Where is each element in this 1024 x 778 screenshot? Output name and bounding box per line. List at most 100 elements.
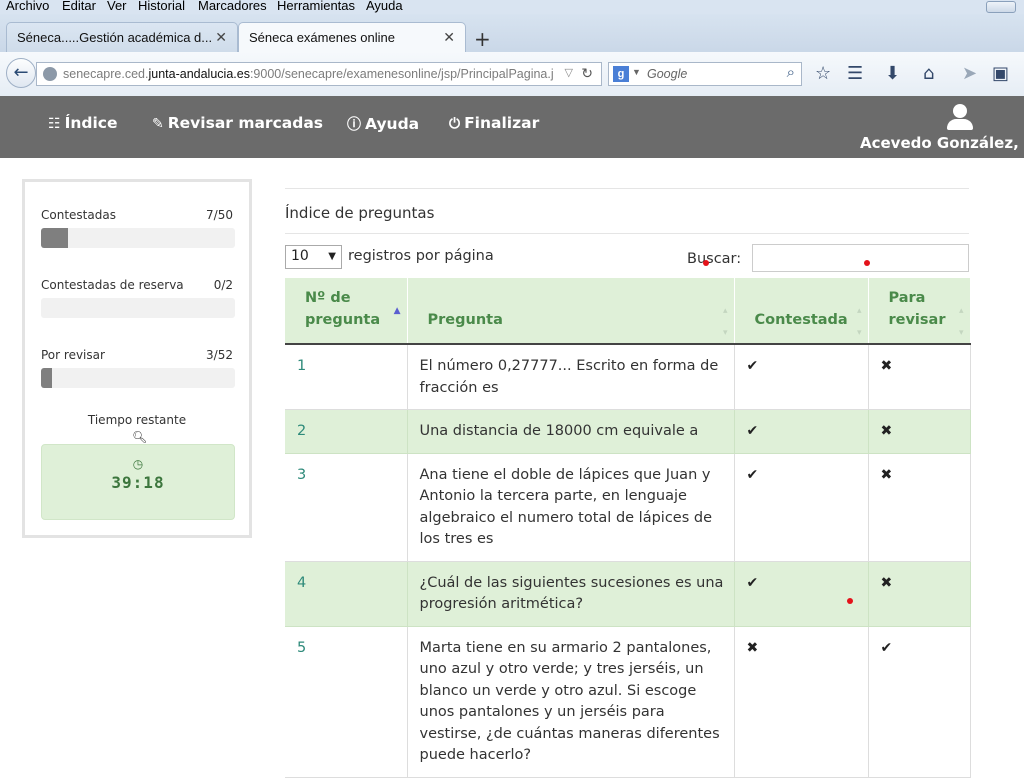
search-icon[interactable]: ⌕ [787, 64, 795, 81]
question-text[interactable]: Marta tiene en su armario 2 pantalones, … [407, 626, 735, 778]
nav-finalizar[interactable]: ⏻ Finalizar [449, 114, 539, 132]
marker-dot [864, 260, 870, 266]
question-number[interactable]: 2 [285, 409, 408, 454]
zoom-icon[interactable]: 🔍︎ [132, 430, 147, 444]
sort-icon: ▴ ▾ [958, 306, 964, 338]
table-row[interactable]: 2 Una distancia de 18000 cm equivale a ✔… [285, 409, 971, 454]
menu-marcadores[interactable]: Marcadores [198, 0, 267, 13]
back-arrow-icon[interactable]: ← [6, 58, 36, 88]
search-label: Buscar: [687, 251, 742, 267]
column-header-contestada[interactable]: Contestada ▴ ▾ [734, 278, 869, 345]
question-number[interactable]: 4 [285, 561, 408, 627]
menu-ayuda[interactable]: Ayuda [366, 0, 403, 13]
user-avatar-icon[interactable] [947, 104, 973, 130]
question-text[interactable]: El número 0,27777... Escrito en forma de… [407, 344, 735, 410]
search-placeholder: Google [647, 67, 688, 81]
browser-menubar: Archivo Editar Ver Historial Marcadores … [0, 0, 1024, 14]
questions-table: Nº de pregunta ▲ Pregunta ▴ ▾ Contestada ▴ ▾ … [285, 278, 971, 778]
bookmarks-list-icon[interactable]: ☰ [847, 65, 863, 83]
tab-title: Séneca.....Gestión académica d... [17, 30, 213, 45]
sitemap-icon: ☷ [48, 116, 61, 132]
menu-historial[interactable]: Historial [138, 0, 185, 13]
clock-icon: ◷ [132, 457, 144, 471]
question-number[interactable]: 5 [285, 626, 408, 778]
question-text[interactable]: Ana tiene el doble de lápices que Juan y… [407, 453, 735, 562]
table-row[interactable]: 3 Ana tiene el doble de lápices que Juan… [285, 453, 971, 562]
table-header-row: Nº de pregunta ▲ Pregunta ▴ ▾ Contestada ▴ ▾ … [285, 278, 971, 345]
answered-check-icon: ✔ [734, 344, 869, 410]
stat-count-reserva: 0/2 [213, 278, 233, 292]
page-length-value: 10 [291, 248, 309, 264]
nav-ayuda[interactable]: ⓘ Ayuda [347, 114, 419, 134]
chevron-down-icon: ▼ [328, 251, 336, 262]
table-row[interactable]: 5 Marta tiene en su armario 2 pantalones… [285, 626, 971, 778]
google-icon[interactable]: g [613, 66, 629, 82]
nav-indice[interactable]: ☷ Índice [48, 114, 117, 132]
bookmark-star-icon[interactable]: ☆ [815, 65, 831, 83]
column-header-para-revisar[interactable]: Para revisar ▴ ▾ [868, 278, 971, 345]
timer-value: 39:18 [111, 473, 165, 492]
question-text[interactable]: ¿Cuál de las siguientes sucesiones es un… [407, 561, 735, 627]
browser-search-box[interactable]: g ▼ Google ⌕ [608, 62, 802, 86]
menu-archivo[interactable]: Archivo [6, 0, 49, 13]
search-input[interactable] [752, 244, 969, 272]
download-icon[interactable]: ⬇ [885, 65, 900, 83]
new-tab-button[interactable]: + [474, 27, 491, 51]
sort-icon: ▴ ▾ [856, 306, 862, 338]
review-cross-icon: ✖ [868, 561, 971, 627]
page-title: Índice de preguntas [285, 204, 435, 222]
table-row[interactable]: 1 El número 0,27777... Escrito en forma … [285, 344, 971, 410]
tab-gestion-academica[interactable]: Séneca.....Gestión académica d... ✕ [6, 22, 238, 52]
question-number[interactable]: 1 [285, 344, 408, 410]
question-text[interactable]: Una distancia de 18000 cm equivale a [407, 409, 735, 454]
browser-navbar: ← senecapre.ced.junta-andalucia.es:9000/… [0, 52, 1024, 97]
progress-bar-contestadas [41, 228, 235, 248]
timer-box: ◷ 39:18 [41, 444, 235, 520]
nav-revisar-marcadas[interactable]: ✎ Revisar marcadas [152, 114, 323, 132]
menu-ver[interactable]: Ver [107, 0, 127, 13]
user-name[interactable]: Acevedo González, A [860, 134, 1024, 152]
menu-herramientas[interactable]: Herramientas [277, 0, 355, 13]
review-cross-icon: ✖ [868, 344, 971, 410]
info-icon: ⓘ [347, 117, 361, 133]
url-text: senecapre.ced.junta-andalucia.es:9000/se… [63, 67, 554, 81]
send-icon[interactable]: ➤ [962, 65, 977, 83]
home-icon[interactable]: ⌂ [923, 65, 934, 83]
review-cross-icon: ✖ [868, 453, 971, 562]
stat-label-reserva: Contestadas de reserva [41, 278, 184, 292]
stat-count-contestadas: 7/50 [206, 208, 233, 222]
window-restore-button[interactable] [986, 1, 1016, 13]
stat-label-por-revisar: Por revisar [41, 348, 105, 362]
answered-cross-icon: ✖ [734, 626, 869, 778]
question-number[interactable]: 3 [285, 453, 408, 562]
reload-icon[interactable]: ↻ [581, 65, 593, 82]
menu-editar[interactable]: Editar [62, 0, 96, 13]
answered-check-icon: ✔ [734, 409, 869, 454]
marker-dot [703, 260, 709, 266]
search-engine-dropdown-icon[interactable]: ▼ [632, 67, 641, 77]
column-header-pregunta[interactable]: Pregunta ▴ ▾ [407, 278, 735, 345]
progress-bar-por-revisar [41, 368, 235, 388]
url-bar[interactable]: senecapre.ced.junta-andalucia.es:9000/se… [36, 62, 602, 86]
answered-check-icon: ✔ [734, 561, 869, 627]
sort-asc-icon: ▲ [393, 306, 401, 316]
page-length-select[interactable]: 10 ▼ [285, 245, 342, 269]
tab-close-icon[interactable]: ✕ [443, 29, 455, 46]
window-controls [984, 0, 1024, 14]
url-dropdown-icon[interactable]: ▽ [565, 66, 573, 79]
marker-dot [847, 598, 853, 604]
review-cross-icon: ✖ [868, 409, 971, 454]
screenshot-icon[interactable]: ▣ [992, 65, 1009, 83]
answered-check-icon: ✔ [734, 453, 869, 562]
power-icon: ⏻ [449, 116, 461, 132]
table-row[interactable]: 4 ¿Cuál de las siguientes sucesiones es … [285, 561, 971, 627]
review-check-icon: ✔ [868, 626, 971, 778]
column-header-numero[interactable]: Nº de pregunta ▲ [285, 278, 408, 345]
sort-icon: ▴ ▾ [722, 306, 728, 338]
globe-icon [43, 67, 57, 81]
stat-label-contestadas: Contestadas [41, 208, 116, 222]
tab-close-icon[interactable]: ✕ [215, 29, 227, 46]
pencil-icon: ✎ [152, 116, 164, 132]
tab-examenes-online[interactable]: Séneca exámenes online ✕ [238, 22, 466, 54]
timer-label: Tiempo restante [87, 413, 187, 427]
